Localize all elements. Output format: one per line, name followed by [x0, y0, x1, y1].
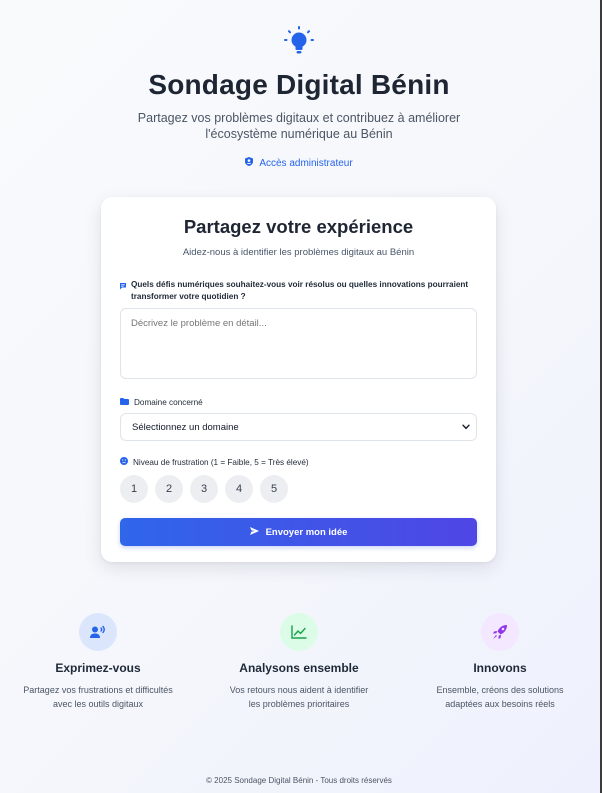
voice-user-icon [79, 613, 117, 651]
footer: © 2025 Sondage Digital Bénin - Tous droi… [0, 776, 598, 785]
domain-label-text: Domaine concerné [134, 398, 203, 407]
feature-innovate: Innovons Ensemble, créons des solutions … [405, 613, 595, 711]
form-title: Partagez votre expérience [183, 216, 414, 237]
feature-analyze: Analysons ensemble Vos retours nous aide… [204, 613, 394, 711]
feature-text: Vos retours nous aident à identifier les… [229, 685, 369, 709]
survey-form-card: Partagez votre expérience Aidez-nous à i… [101, 197, 496, 562]
footer-text: © 2025 Sondage Digital Bénin - Tous droi… [206, 776, 392, 785]
rocket-icon [481, 613, 519, 651]
feature-text: Partagez vos frustrations et difficultés… [23, 685, 173, 709]
page-subtitle: Partagez vos problèmes digitaux et contr… [0, 110, 598, 142]
rating-button-4[interactable]: 4 [225, 475, 253, 503]
submit-button-label: Envoyer mon idée [265, 526, 348, 538]
rating-button-2[interactable]: 2 [155, 475, 183, 503]
comment-icon [120, 282, 126, 303]
user-shield-icon [245, 157, 254, 169]
domain-select[interactable]: Sélectionnez un domaine [120, 413, 477, 441]
page-title: Sondage Digital Bénin [148, 69, 450, 100]
frustration-rating-group: 1 2 3 4 5 [120, 475, 477, 503]
domain-select-value: Sélectionnez un domaine [132, 421, 239, 433]
rating-button-5[interactable]: 5 [260, 475, 288, 503]
chevron-down-icon [462, 422, 470, 433]
submit-button[interactable]: Envoyer mon idée [120, 518, 477, 546]
question-text: Quels défis numériques souhaitez-vous vo… [131, 280, 469, 301]
form-subtitle: Aidez-nous à identifier les problèmes di… [182, 247, 415, 258]
question-label: Quels défis numériques souhaitez-vous vo… [120, 279, 477, 303]
page-header: Sondage Digital Bénin Partagez vos probl… [0, 26, 598, 171]
frustration-label: Niveau de frustration (1 = Faible, 5 = T… [120, 457, 477, 467]
domain-label: Domaine concerné [120, 398, 477, 407]
feature-title: Exprimez-vous [55, 661, 141, 675]
chart-line-icon [280, 613, 318, 651]
feature-title: Innovons [473, 661, 527, 675]
feature-express: Exprimez-vous Partagez vos frustrations … [3, 613, 193, 711]
admin-access-link[interactable]: Accès administrateur [245, 157, 353, 169]
subtitle-line-2: l'écosystème numérique au Bénin [205, 127, 393, 141]
frown-icon [120, 457, 128, 467]
subtitle-line-1: Partagez vos problèmes digitaux et contr… [137, 111, 461, 125]
feature-text: Ensemble, créons des solutions adaptées … [436, 685, 564, 709]
problem-description-textarea[interactable] [120, 308, 477, 379]
feature-title: Analysons ensemble [239, 661, 359, 675]
rating-button-3[interactable]: 3 [190, 475, 218, 503]
features-section: Exprimez-vous Partagez vos frustrations … [0, 613, 598, 728]
rating-button-1[interactable]: 1 [120, 475, 148, 503]
lightbulb-icon [282, 26, 316, 58]
paper-plane-icon [249, 526, 259, 538]
folder-icon [120, 398, 129, 407]
frustration-label-text: Niveau de frustration (1 = Faible, 5 = T… [133, 457, 309, 467]
admin-link-label: Accès administrateur [259, 157, 353, 169]
